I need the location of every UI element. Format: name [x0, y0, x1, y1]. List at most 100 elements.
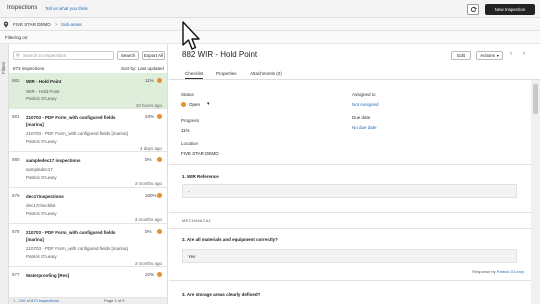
search-button[interactable]: Search — [117, 51, 139, 60]
item-checklist: sampledec17 — [26, 167, 53, 172]
tab-checklist[interactable]: Checklist — [185, 71, 204, 79]
item-assignee: Patrick O'Leary — [26, 175, 57, 180]
item-updated: 3 months ago — [134, 261, 162, 266]
item-name: dec17inspections — [26, 194, 64, 199]
scrollbar-thumb[interactable] — [533, 84, 538, 114]
inspection-count: 873 inspections — [13, 66, 45, 71]
list-item[interactable]: 877 Waterproofing [Res] 22% — [9, 267, 167, 298]
detail-tabs: Checklist Properties Attachments (0) — [169, 68, 540, 80]
item-number: 877 — [12, 272, 20, 277]
item-progress: 100% — [145, 193, 157, 198]
list-item[interactable]: 881 210703 - PDF Form_with configured fi… — [9, 109, 167, 152]
feedback-link[interactable]: Tell us what you think — [45, 6, 88, 11]
sort-dropdown[interactable]: Sort by: Last updated — [121, 66, 164, 71]
item-progress: 0% — [145, 229, 152, 234]
breadcrumb-subareas[interactable]: Sub-areas — [61, 22, 82, 27]
item-progress: 22% — [145, 272, 155, 277]
filter-label: Filtering on: — [5, 35, 29, 40]
progress-value: 11% — [181, 128, 190, 133]
next-arrow-icon[interactable]: › — [523, 51, 525, 57]
assigned-label: Assigned to — [352, 92, 376, 97]
detail-scrollbar[interactable] — [531, 80, 540, 304]
due-date-label: Due date — [352, 115, 371, 120]
answer-1-field[interactable]: - — [182, 184, 517, 198]
status-dropdown[interactable]: Open — [189, 102, 200, 107]
mouse-cursor-icon — [182, 21, 200, 50]
refresh-button[interactable] — [467, 4, 479, 15]
response-prefix: Response by — [472, 269, 496, 274]
search-icon: ⚲ — [16, 53, 20, 59]
list-item[interactable]: 882 WIR - Hold Point 11% WIR - Hold Poin… — [9, 73, 167, 109]
tab-attachments[interactable]: Attachments (0) — [250, 71, 282, 76]
chevron-down-icon: ▾ — [496, 53, 499, 58]
item-number: 878 — [12, 229, 20, 234]
breadcrumb-project[interactable]: FIVE STAR DEMO — [13, 22, 51, 27]
question-3: 3. Are storage areas clearly defined? — [182, 292, 261, 297]
pager-pages[interactable]: Page 1 of 9 — [104, 298, 124, 303]
question-2: 2. Are all materials and equipment corre… — [182, 237, 278, 242]
item-updated: 4 days ago — [139, 146, 162, 151]
item-updated: 3 months ago — [134, 181, 162, 186]
location-label: Location — [181, 141, 199, 146]
export-all-button[interactable]: Export All — [142, 51, 165, 60]
divider — [169, 164, 531, 165]
list-item[interactable]: 879 dec17inspections 100% dec17checklist… — [9, 188, 167, 224]
assigned-value[interactable]: Not Assigned — [352, 102, 379, 107]
item-checklist: 210703 - PDF Form_with configured fields… — [26, 131, 128, 136]
section-heading: MECHANICAL — [182, 218, 212, 223]
edit-button[interactable]: Edit — [451, 51, 471, 60]
actions-label: Actions — [480, 53, 495, 58]
item-name: WIR - Hold Point — [26, 79, 62, 84]
status-dot — [157, 272, 162, 277]
search-input[interactable] — [23, 52, 113, 59]
filter-bar: Filtering on: — [0, 31, 540, 44]
location-pin-icon — [3, 21, 9, 28]
list-pager: 1 - 100 of 873 inspections Page 1 of 9 — [9, 298, 167, 304]
item-name: 210703 - PDF Form_with configured fields… — [26, 115, 116, 127]
status-dot — [157, 78, 162, 83]
due-date-value[interactable]: No due date — [352, 125, 377, 130]
tab-properties[interactable]: Properties — [216, 71, 237, 76]
answer-1-value: - — [188, 189, 190, 194]
item-name: 210703 - PDF Form_with configured fields… — [26, 230, 116, 242]
progress-label: Progress — [181, 118, 200, 123]
chevron-down-icon[interactable]: ▾ — [207, 101, 210, 107]
item-number: 881 — [12, 114, 20, 119]
filters-vertical-label: Filters — [1, 61, 6, 74]
item-updated: 10 hours ago — [135, 103, 162, 108]
pager-info: 1 - 100 of 873 inspections — [13, 298, 59, 303]
location-value: FIVE STAR DEMO — [181, 151, 219, 156]
item-number: 882 — [12, 78, 20, 83]
item-assignee: Patrick O'Leary — [26, 139, 57, 144]
breadcrumb-separator: > — [55, 22, 58, 27]
status-dot — [157, 193, 162, 198]
response-by: Response by Patrick O'Leary — [472, 269, 524, 274]
previous-arrow-icon[interactable]: ‹ — [510, 51, 512, 57]
question-1: 1. WIR Reference — [182, 174, 219, 179]
item-checklist: 210703 - PDF Form_with configured fields… — [26, 246, 128, 251]
item-number: 879 — [12, 193, 20, 198]
item-checklist: WIR - Hold Point — [26, 89, 60, 94]
answer-2-field[interactable]: Yes — [182, 249, 517, 263]
item-assignee: Patrick O'Leary — [26, 96, 57, 101]
list-item[interactable]: 878 210703 - PDF Form_with configured fi… — [9, 224, 167, 267]
new-inspection-button[interactable]: New Inspection — [485, 4, 535, 15]
divider — [169, 228, 531, 229]
status-dot — [157, 229, 162, 234]
item-checklist: dec17checklist — [26, 203, 56, 208]
item-number: 880 — [12, 157, 20, 162]
search-box[interactable]: ⚲ — [13, 51, 114, 60]
refresh-icon — [470, 6, 477, 13]
actions-button[interactable]: Actions ▾ — [476, 51, 503, 60]
answer-2-value: Yes — [188, 254, 196, 259]
item-progress: 0% — [145, 157, 152, 162]
item-progress: 23% — [145, 114, 155, 119]
item-progress: 11% — [145, 78, 154, 83]
filters-panel-toggle[interactable]: Filters — [0, 44, 9, 304]
response-user-link[interactable]: Patrick O'Leary — [497, 269, 524, 274]
top-bar: Inspections Tell us what you think New I… — [0, 0, 540, 18]
app-title: Inspections — [7, 5, 38, 11]
list-item[interactable]: 880 sampledec17 inspections 0% sampledec… — [9, 152, 167, 188]
item-assignee: Patrick O'Leary — [26, 211, 57, 216]
item-updated: 3 months ago — [134, 217, 162, 222]
